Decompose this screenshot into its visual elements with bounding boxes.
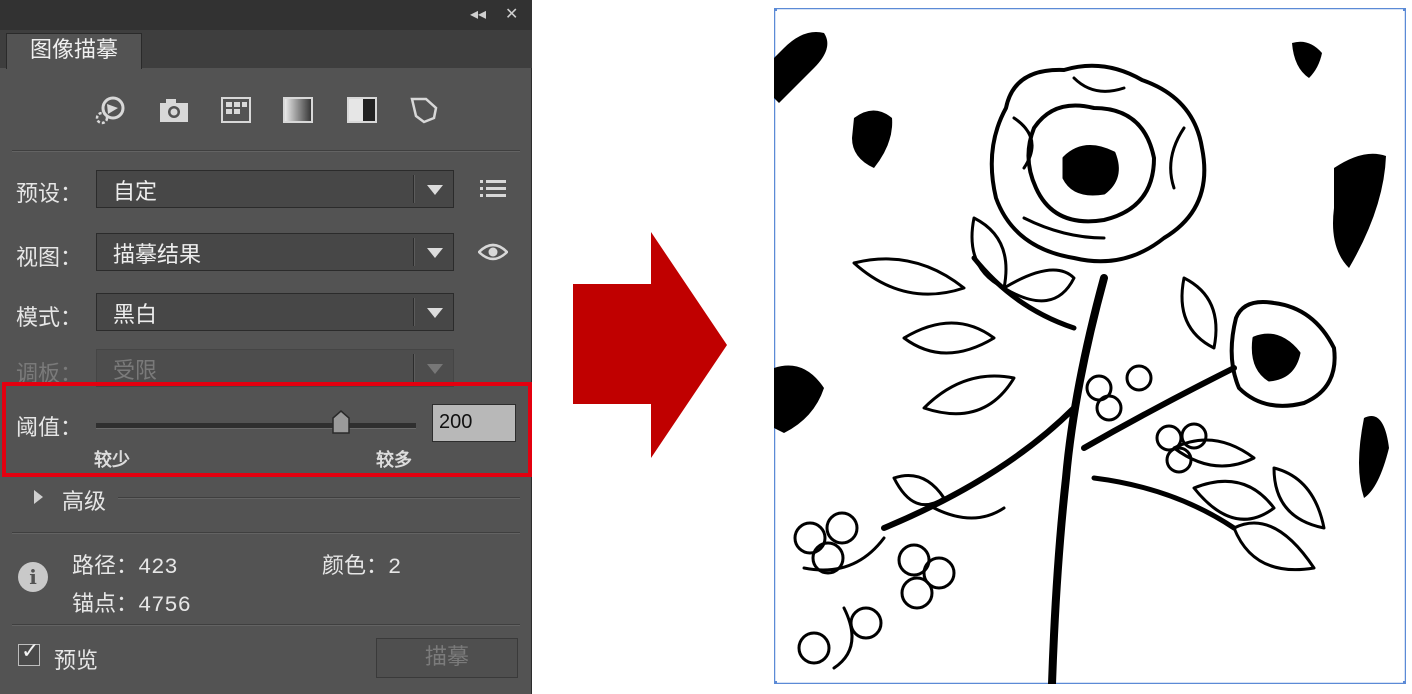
advanced-toggle[interactable]: 高级 xyxy=(62,484,106,516)
close-icon[interactable]: ✕ xyxy=(505,4,518,23)
preset-select[interactable]: 自定 xyxy=(96,170,454,208)
paths-stat: 路径：423 xyxy=(72,548,178,580)
expand-triangle-icon[interactable] xyxy=(34,490,43,504)
anchors-value: 4756 xyxy=(138,593,191,618)
select-divider xyxy=(413,175,415,203)
divider xyxy=(12,624,520,626)
view-label: 视图： xyxy=(16,246,83,271)
traced-flower-artwork[interactable] xyxy=(774,8,1406,684)
preview-checkbox[interactable]: ✓ xyxy=(18,639,40,666)
preset-icon-bar xyxy=(0,90,532,132)
preset-value: 自定 xyxy=(113,180,158,205)
paths-label: 路径： xyxy=(72,554,139,579)
collapse-icon[interactable]: ◂◂ xyxy=(470,4,486,23)
trace-button[interactable]: 描摹 xyxy=(376,638,518,678)
checkmark-icon: ✓ xyxy=(21,639,40,664)
view-select[interactable]: 描摹结果 xyxy=(96,233,454,271)
anchors-label: 锚点： xyxy=(72,592,139,617)
right-arrow-icon xyxy=(573,232,727,458)
select-divider xyxy=(413,238,415,266)
paths-value: 423 xyxy=(138,555,178,580)
outline-icon[interactable] xyxy=(408,94,440,126)
preset-label: 预设： xyxy=(16,182,83,207)
select-divider xyxy=(413,298,415,326)
chevron-down-icon xyxy=(427,185,443,195)
view-value: 描摹结果 xyxy=(113,243,202,268)
auto-color-icon[interactable] xyxy=(94,94,126,126)
tab-row: 图像描摹 xyxy=(0,30,532,69)
anchors-stat: 锚点：4756 xyxy=(72,586,191,618)
image-trace-panel: ◂◂ ✕ 图像描摹 预设： 自定 视图： 描摹结果 模式： 黑白 调板： 受限 … xyxy=(0,0,532,694)
panel-titlebar: ◂◂ ✕ xyxy=(0,0,532,30)
divider xyxy=(12,150,520,152)
colors-label: 颜色： xyxy=(322,554,389,579)
tab-image-trace[interactable]: 图像描摹 xyxy=(6,33,142,69)
camera-icon[interactable] xyxy=(158,94,190,126)
divider xyxy=(12,532,520,534)
grayscale-icon[interactable] xyxy=(282,94,314,126)
mode-value: 黑白 xyxy=(113,303,158,328)
preset-menu-icon[interactable] xyxy=(480,178,506,200)
select-divider xyxy=(413,354,415,382)
mode-label: 模式： xyxy=(16,306,83,331)
chevron-down-icon xyxy=(427,308,443,318)
info-icon: i xyxy=(18,562,48,592)
black-white-icon[interactable] xyxy=(346,94,378,126)
palette-value: 受限 xyxy=(113,359,158,384)
eye-icon[interactable] xyxy=(478,242,508,262)
colors-stat: 颜色：2 xyxy=(322,548,401,580)
divider xyxy=(118,497,520,499)
mode-select[interactable]: 黑白 xyxy=(96,293,454,331)
preview-label[interactable]: 预览 xyxy=(54,643,98,675)
threshold-highlight-box xyxy=(2,382,532,477)
chevron-down-icon xyxy=(427,248,443,258)
colors-value: 2 xyxy=(388,555,402,580)
low-color-grid-icon[interactable] xyxy=(220,94,252,126)
chevron-down-icon xyxy=(427,364,443,374)
